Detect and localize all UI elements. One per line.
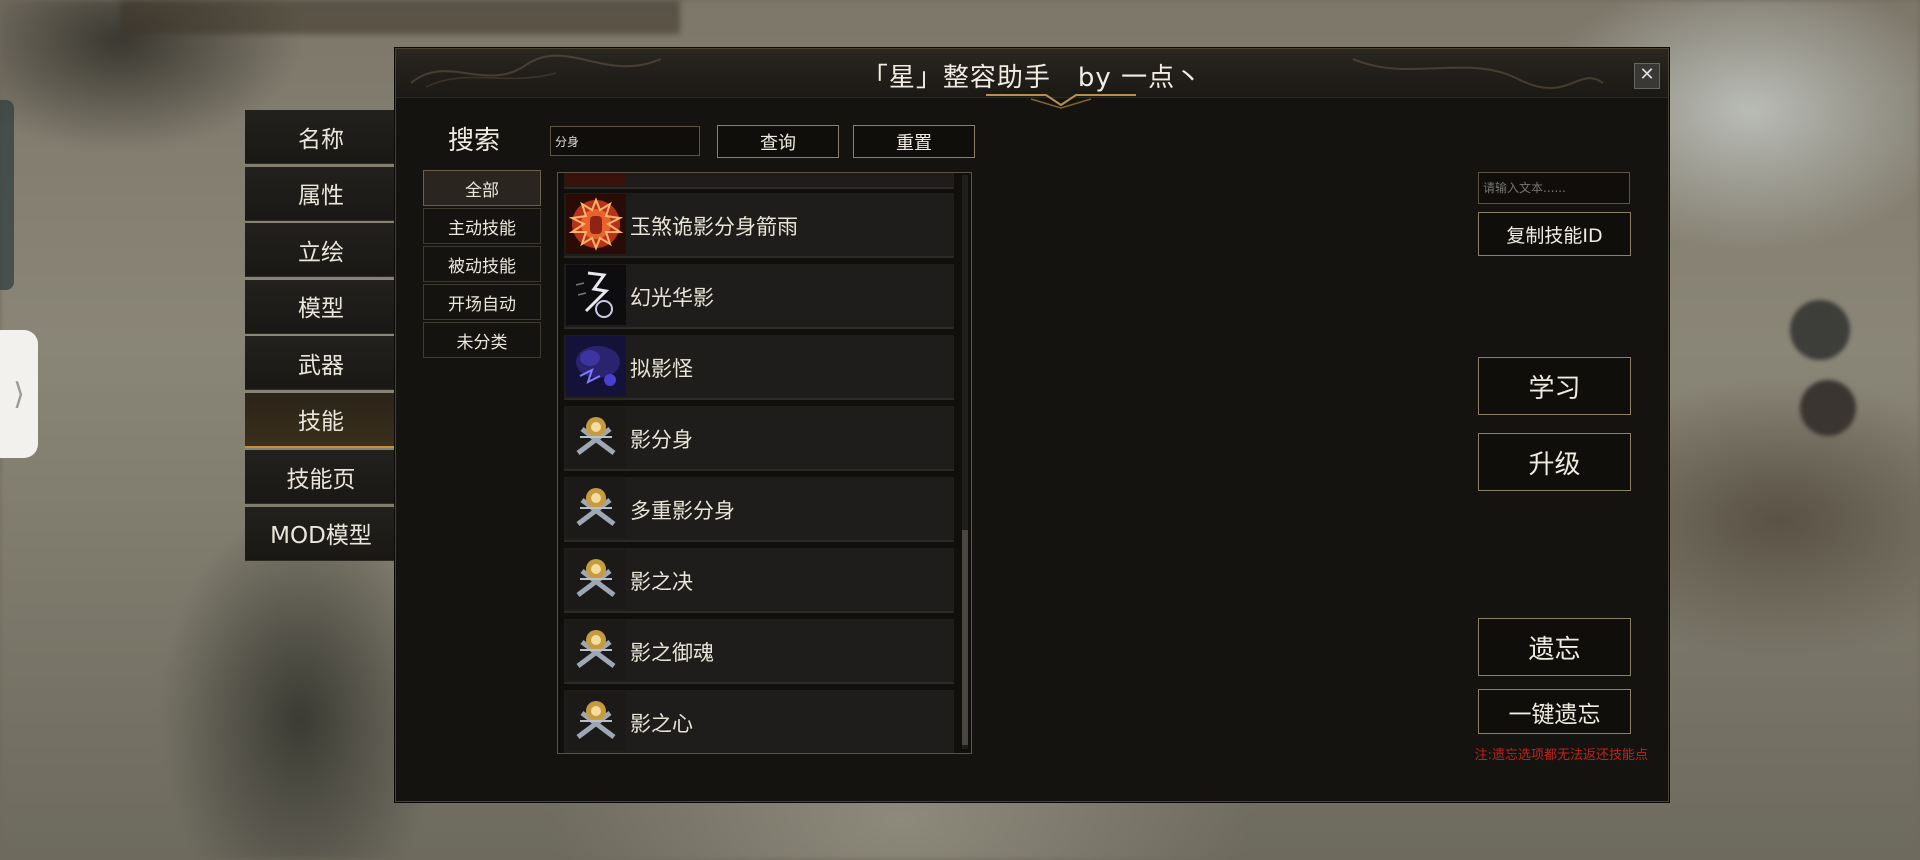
crossed-swords-emblem-icon [566, 691, 626, 751]
nav-item-weapon[interactable]: 武器 [245, 336, 397, 390]
title-bar: 「星」整容助手 by 一点丶 ✕ [396, 49, 1668, 98]
window-title: 「星」整容助手 by 一点丶 [861, 63, 1203, 93]
crossed-swords-emblem-icon [566, 478, 626, 538]
game-hud-bar [120, 0, 680, 34]
nav-item-portrait[interactable]: 立绘 [245, 223, 397, 277]
chevron-right-icon: ⟩ [13, 376, 25, 412]
left-rail [0, 100, 14, 290]
lightning-icon [566, 265, 626, 325]
skill-row[interactable]: 影之御魂 [564, 619, 954, 684]
skill-name: 玉煞诡影分身箭雨 [630, 215, 798, 239]
skill-name: 影之御魂 [630, 641, 714, 665]
skill-name: 多重影分身 [630, 499, 735, 523]
skill-row-partial[interactable] [564, 173, 954, 189]
nav-item-mod-model[interactable]: MOD模型 [245, 506, 397, 561]
skill-row[interactable]: 拟影怪 [564, 335, 954, 400]
crossed-swords-emblem-icon [566, 620, 626, 680]
filter-opening-auto[interactable]: 开场自动 [423, 284, 541, 320]
skill-name: 拟影怪 [630, 357, 693, 381]
skill-row[interactable]: 多重影分身 [564, 477, 954, 542]
category-nav: 名称 属性 立绘 模型 武器 技能 技能页 MOD模型 [245, 110, 397, 563]
skill-filter-tabs: 全部 主动技能 被动技能 开场自动 未分类 [423, 170, 541, 360]
forget-button[interactable]: 遗忘 [1478, 618, 1631, 676]
skill-list-panel[interactable]: 玉煞诡影分身箭雨 幻光华影 拟影怪 影分身 多重影分身 影之决 影之御魂 影之心 [557, 172, 972, 754]
purple-shadow-icon [566, 336, 626, 396]
red-flame-icon [566, 194, 626, 254]
filter-all[interactable]: 全部 [423, 170, 541, 206]
query-button[interactable]: 查询 [717, 125, 839, 158]
skill-row[interactable]: 影分身 [564, 406, 954, 471]
filter-active-skills[interactable]: 主动技能 [423, 208, 541, 244]
title-ornament [986, 94, 1136, 109]
upgrade-button[interactable]: 升级 [1478, 433, 1631, 491]
skill-name: 影分身 [630, 428, 693, 452]
filter-uncategorized[interactable]: 未分类 [423, 322, 541, 358]
search-label: 搜索 [448, 126, 501, 156]
nav-item-skill-page[interactable]: 技能页 [245, 450, 397, 504]
skill-row[interactable]: 影之心 [564, 690, 954, 753]
skill-id-text-input[interactable] [1478, 172, 1630, 204]
crossed-swords-emblem-icon [566, 407, 626, 467]
game-hud-button [1790, 300, 1850, 360]
close-button[interactable]: ✕ [1634, 63, 1660, 89]
nav-item-model[interactable]: 模型 [245, 279, 397, 334]
skill-name: 影之心 [630, 712, 693, 736]
skill-name: 影之决 [630, 570, 693, 594]
forget-warning-note: 注:遗忘选项都无法返还技能点 [1474, 748, 1648, 763]
side-drawer-handle[interactable]: ⟩ [0, 330, 38, 458]
crossed-swords-emblem-icon [566, 549, 626, 609]
filter-passive-skills[interactable]: 被动技能 [423, 246, 541, 282]
game-hud-button-2 [1800, 380, 1856, 436]
reset-button[interactable]: 重置 [853, 125, 975, 158]
close-icon: ✕ [1639, 64, 1655, 85]
skill-row[interactable]: 幻光华影 [564, 264, 954, 329]
nav-item-attributes[interactable]: 属性 [245, 166, 397, 221]
copy-skill-id-button[interactable]: 复制技能ID [1478, 212, 1631, 256]
skill-list: 玉煞诡影分身箭雨 幻光华影 拟影怪 影分身 多重影分身 影之决 影之御魂 影之心 [564, 173, 954, 753]
forget-all-button[interactable]: 一键遗忘 [1478, 689, 1631, 734]
nav-item-name[interactable]: 名称 [245, 110, 397, 164]
scroll-thumb[interactable] [962, 530, 968, 745]
nav-item-skills[interactable]: 技能 [245, 392, 397, 448]
skill-name: 幻光华影 [630, 286, 714, 310]
search-input[interactable] [550, 126, 700, 156]
skill-list-scrollbar[interactable] [962, 175, 968, 749]
skill-row[interactable]: 影之决 [564, 548, 954, 613]
skill-row[interactable]: 玉煞诡影分身箭雨 [564, 193, 954, 258]
learn-button[interactable]: 学习 [1478, 357, 1631, 415]
red-flame-icon [566, 173, 626, 186]
